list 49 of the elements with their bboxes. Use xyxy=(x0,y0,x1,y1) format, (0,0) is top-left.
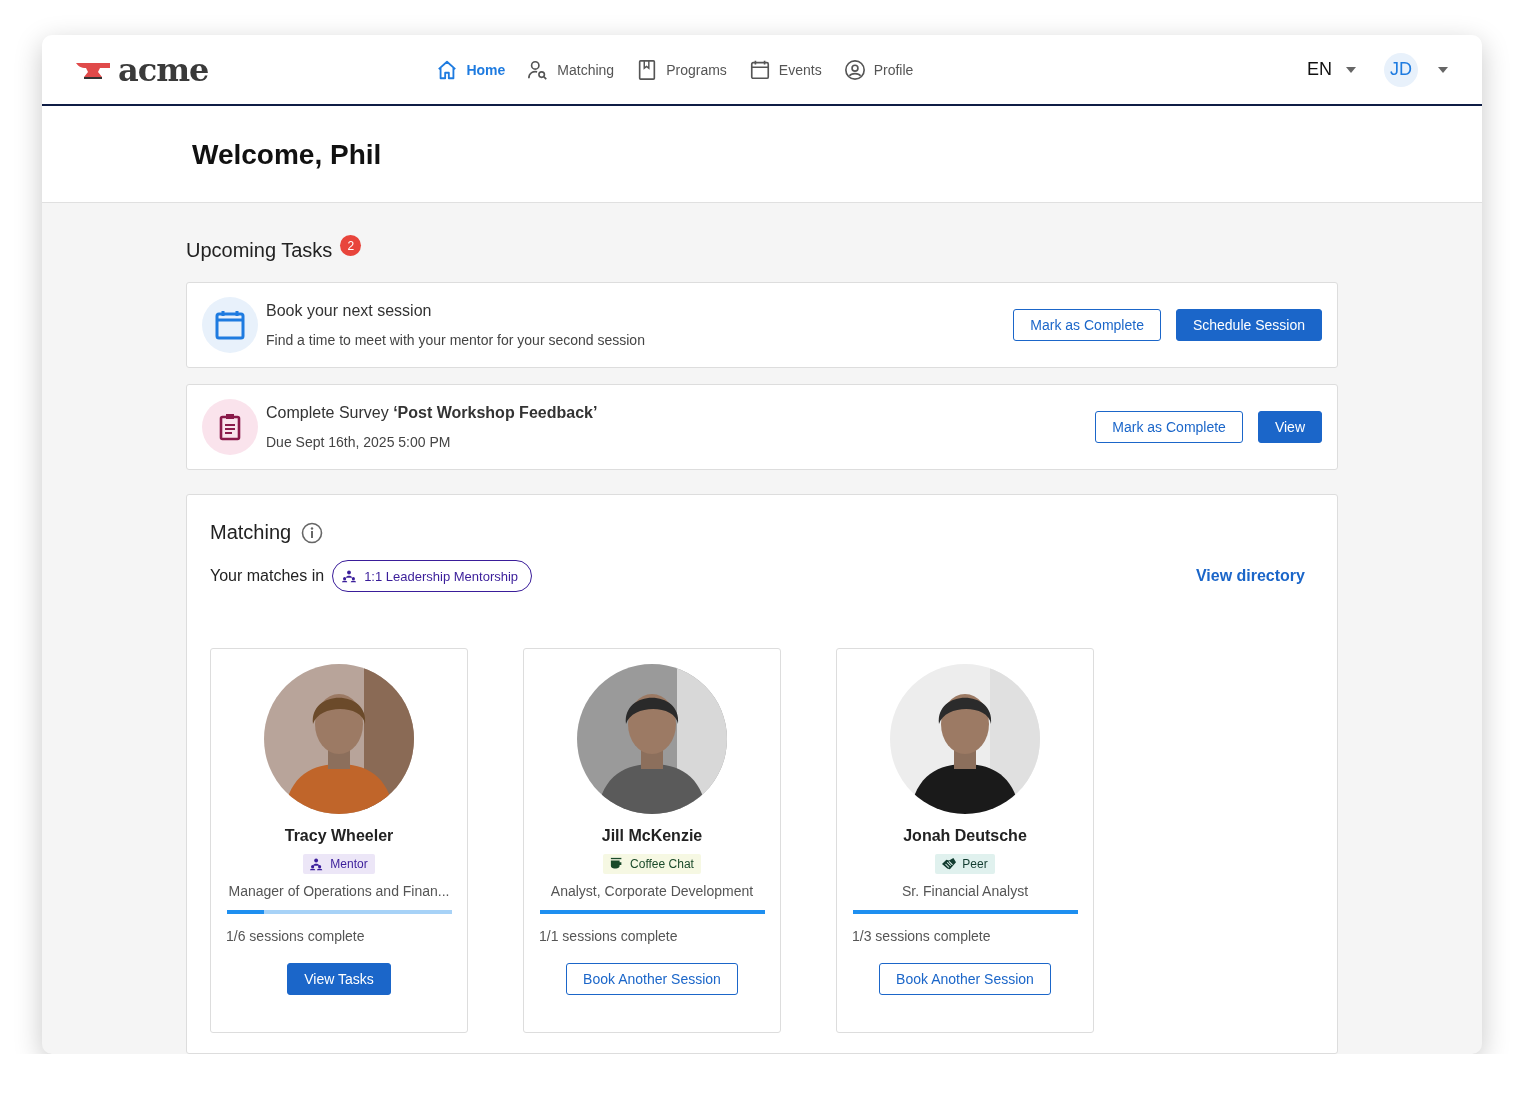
user-avatar[interactable]: JD xyxy=(1384,52,1418,87)
info-icon[interactable] xyxy=(301,521,324,544)
matches-label: Your matches in xyxy=(210,567,325,585)
caret-icon xyxy=(1346,66,1356,73)
welcome-heading: Welcome, Phil xyxy=(192,138,383,171)
match-name: Tracy Wheeler xyxy=(284,827,394,845)
task-description: Find a time to meet with your mentor for your second session xyxy=(266,332,646,348)
profile-icon xyxy=(843,58,866,81)
outline-button[interactable]: Book Another Session xyxy=(566,963,738,995)
role-tag: Mentor xyxy=(303,854,375,874)
section-heading: Matching xyxy=(210,521,292,544)
people-icon xyxy=(310,857,325,871)
task-description: Due Sept 16th, 2025 5:00 PM xyxy=(266,434,452,450)
primary-button[interactable]: Schedule Session xyxy=(1175,309,1322,341)
clipboard-badge-icon xyxy=(202,399,258,455)
sessions-count: 1/1 sessions complete xyxy=(539,928,678,944)
job-title: Sr. Financial Analyst xyxy=(901,883,1029,899)
role-tag: Peer xyxy=(935,854,995,874)
role-tag: Coffee Chat xyxy=(603,854,701,874)
job-title: Analyst, Corporate Development xyxy=(550,883,754,899)
people-icon xyxy=(342,569,357,583)
task-title: Book your next session xyxy=(266,302,433,320)
outline-button[interactable]: Mark as Complete xyxy=(1095,411,1243,443)
job-title: Manager of Operations and Finan... xyxy=(228,883,450,899)
caret-icon xyxy=(1438,66,1448,73)
person-search-icon xyxy=(527,58,550,81)
nav-link[interactable]: Matching xyxy=(527,58,615,81)
language-dropdown[interactable]: EN xyxy=(1301,58,1362,81)
nav-link[interactable]: Programs xyxy=(636,58,727,81)
logo-text: acme xyxy=(118,50,209,89)
nav-link[interactable]: Home xyxy=(436,58,506,81)
outline-button[interactable]: Book Another Session xyxy=(879,963,1051,995)
nav-link[interactable]: Profile xyxy=(843,58,914,81)
calendar-icon xyxy=(748,58,771,81)
count-badge: 2 xyxy=(340,235,362,256)
primary-button[interactable]: View xyxy=(1257,411,1322,443)
sessions-count: 1/3 sessions complete xyxy=(852,928,991,944)
sessions-count: 1/6 sessions complete xyxy=(226,928,365,944)
match-name: Jonah Deutsche xyxy=(903,827,1027,845)
handshake-icon xyxy=(942,857,957,871)
section-heading: Upcoming Tasks xyxy=(186,239,333,262)
view-directory-link[interactable]: View directory xyxy=(1195,567,1305,585)
outline-button[interactable]: Mark as Complete xyxy=(1013,309,1161,341)
task-title: Complete Survey ‘Post Workshop Feedback’ xyxy=(266,404,599,422)
nav-link[interactable]: Events xyxy=(748,58,822,81)
home-icon xyxy=(436,58,459,81)
calendar-badge-icon xyxy=(202,297,258,353)
match-name: Jill McKenzie xyxy=(601,827,703,845)
primary-button[interactable]: View Tasks xyxy=(287,963,391,995)
